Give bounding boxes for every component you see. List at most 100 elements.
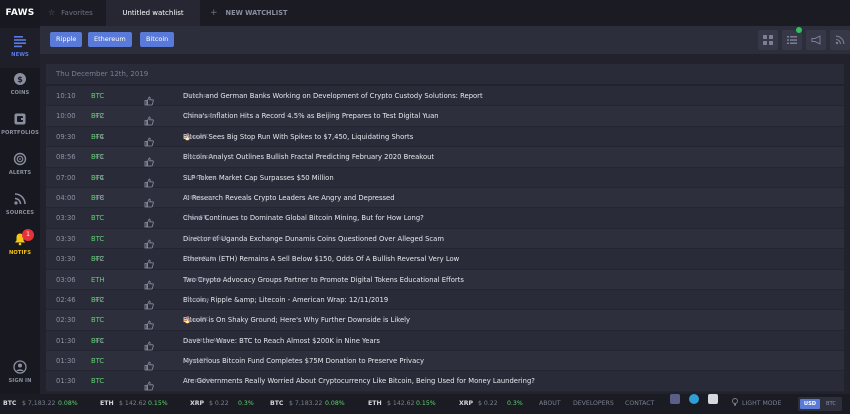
news-source: NewsBTC bbox=[186, 215, 210, 222]
news-row[interactable]: 02:46 BTC +2 Bitcoin, Ripple &amp; Litecoin… bbox=[46, 289, 844, 311]
news-row[interactable]: 10:00 BTC +2 China's Inflation Hits a Recor… bbox=[46, 106, 844, 127]
light-mode-toggle[interactable]: LIGHT MODE bbox=[732, 394, 781, 414]
ticker-symbol: BTC bbox=[91, 357, 105, 366]
developers-link[interactable]: DEVELOPERS bbox=[573, 394, 614, 414]
live-status-dot bbox=[796, 27, 802, 33]
news-time: 04:00 bbox=[56, 193, 76, 202]
about-link[interactable]: ABOUT bbox=[539, 394, 561, 414]
alerts-icon bbox=[13, 152, 27, 166]
news-source: NewsBTC bbox=[186, 133, 210, 140]
ticker-price: $ 142.62 bbox=[387, 400, 415, 407]
ticker-change: 0.15% bbox=[148, 400, 168, 407]
headline-text: Are Governments Really Worried About Cry… bbox=[183, 377, 535, 386]
news-row[interactable]: 01:30 BTC Are Governments Really Worried A… bbox=[46, 371, 844, 392]
telegram-icon[interactable] bbox=[689, 394, 699, 404]
news-row[interactable]: 02:30 BTC 🔥 Bitcoin is On Shaky Ground; Her… bbox=[46, 310, 844, 331]
megaphone-icon bbox=[811, 35, 821, 45]
currency-usd-button[interactable]: USD bbox=[800, 399, 820, 409]
headline-text: Bitcoin, Ripple &amp; Litecoin - America… bbox=[183, 295, 389, 304]
ticker-more-count: +4 bbox=[94, 132, 105, 141]
news-time: 03:06 bbox=[56, 275, 76, 284]
sign-in-button[interactable]: SIGN IN bbox=[0, 356, 40, 396]
sidebar-item-label: ALERTS bbox=[8, 170, 32, 176]
ticker-symbol[interactable]: XRP bbox=[459, 394, 473, 414]
ticker-price: $ 7,183.22 bbox=[22, 400, 56, 407]
news-source: Bitcoin.com bbox=[186, 113, 216, 120]
app-logo[interactable]: FAWS bbox=[0, 0, 40, 26]
grid-view-button[interactable] bbox=[758, 30, 778, 50]
ticker-symbol: BTC bbox=[91, 92, 105, 100]
ticker-symbol[interactable]: BTC bbox=[270, 394, 283, 414]
news-row[interactable]: 09:30 BTC +4 🔥 Bitcoin Sees Big Stop Run Wit… bbox=[46, 126, 844, 148]
ticker-symbol: BTC bbox=[91, 214, 105, 223]
currency-btc-button[interactable]: BTC bbox=[822, 399, 840, 409]
news-row[interactable]: 03:06 ETH Two Crypto Advocacy Groups Partn… bbox=[46, 269, 844, 290]
grid-icon bbox=[763, 35, 773, 45]
tab-untitled-watchlist[interactable]: Untitled watchlist bbox=[106, 0, 200, 26]
headline-text: Mysterious Bitcoin Fund Completes $75M D… bbox=[183, 357, 425, 366]
ticker-symbol: ETH bbox=[91, 275, 105, 284]
news-row[interactable]: 03:30 BTC +2 Ethereum (ETH) Remains A Sell … bbox=[46, 249, 844, 270]
news-row[interactable]: 10:10 BTC Dutch and German Banks Working o… bbox=[46, 86, 844, 107]
sidebar-item-notifs[interactable]: 1 NOTIFS bbox=[0, 226, 40, 266]
news-row[interactable]: 04:00 BTC +8 AI Research Reveals Crypto Lea… bbox=[46, 187, 844, 209]
headline-text: Dutch and German Banks Working on Develo… bbox=[183, 92, 483, 100]
news-time: 10:00 bbox=[56, 112, 76, 121]
sidebar-item-label: NEWS bbox=[11, 52, 29, 58]
svg-text:$: $ bbox=[17, 75, 23, 84]
ticker-change: 0.08% bbox=[325, 400, 345, 407]
news-source: CryptoDaily bbox=[186, 378, 216, 385]
ticker-change: 0.3% bbox=[507, 400, 523, 407]
ticker-price: $ 7,183.22 bbox=[289, 400, 323, 407]
ticker-symbol[interactable]: ETH bbox=[100, 394, 114, 414]
list-icon bbox=[787, 36, 797, 44]
rss-feed-button[interactable] bbox=[830, 30, 850, 50]
filter-chip-ethereum[interactable]: Ethereum bbox=[88, 32, 132, 47]
ticker-price: $ 0.22 bbox=[478, 400, 498, 407]
ticker-symbol[interactable]: BTC bbox=[3, 394, 16, 414]
contact-link[interactable]: CONTACT bbox=[625, 394, 654, 414]
sidebar-item-sources[interactable]: SOURCES bbox=[0, 186, 40, 226]
news-source: Coingape bbox=[186, 93, 210, 99]
news-time: 02:46 bbox=[56, 295, 76, 304]
news-source: LiveBitcoinNews bbox=[186, 235, 227, 242]
sidebar-item-alerts[interactable]: ALERTS bbox=[0, 146, 40, 186]
ticker-more-count: +4 bbox=[94, 173, 105, 182]
news-row[interactable]: 01:30 BTC Mysterious Bitcoin Fund Complete… bbox=[46, 351, 844, 372]
notification-badge: 1 bbox=[22, 229, 34, 241]
news-time: 03:30 bbox=[56, 234, 76, 243]
news-date-header: Thu December 12th, 2019 bbox=[46, 64, 844, 84]
ticker-symbol: BTC bbox=[91, 234, 105, 243]
announce-button[interactable] bbox=[806, 30, 826, 50]
sidebar-item-news[interactable]: NEWS bbox=[0, 28, 40, 68]
sidebar: FAWS NEWS $ COINS PORTFOLIOS ALERTS SOUR… bbox=[0, 0, 40, 394]
news-time: 07:00 bbox=[56, 173, 76, 182]
news-row[interactable]: 07:00 BTC +4 SLP Token Market Cap Surpasses… bbox=[46, 167, 844, 188]
ticker-more-count: +1 bbox=[94, 336, 105, 345]
filter-chip-ripple[interactable]: Ripple bbox=[50, 32, 83, 47]
news-row[interactable]: 03:30 BTC Director of Uganda Exchange Duna… bbox=[46, 228, 844, 250]
news-row[interactable]: 01:30 BTC +1 Dave the Wave: BTC to Reach Al… bbox=[46, 330, 844, 352]
ticker-more-count: +2 bbox=[94, 295, 105, 304]
coins-icon: $ bbox=[14, 73, 26, 85]
news-time: 03:30 bbox=[56, 255, 76, 264]
filter-chip-bitcoin[interactable]: Bitcoin bbox=[140, 32, 175, 47]
sidebar-item-coins[interactable]: $ COINS bbox=[0, 66, 40, 106]
news-icon bbox=[14, 36, 26, 48]
news-source: Bitcoin.com bbox=[186, 174, 216, 181]
ticker-symbol[interactable]: XRP bbox=[190, 394, 204, 414]
ticker-symbol[interactable]: ETH bbox=[368, 394, 382, 414]
ticker-change: 0.08% bbox=[58, 400, 78, 407]
news-list: 10:10 BTC Dutch and German Banks Working o… bbox=[46, 86, 844, 392]
ticker-change: 0.3% bbox=[238, 400, 254, 407]
news-row[interactable]: 08:56 BTC +1 Bitcoin Analyst Outlines Bulli… bbox=[46, 147, 844, 168]
news-row[interactable]: 03:30 BTC China Continues to Dominate Glob… bbox=[46, 208, 844, 229]
sidebar-item-portfolios[interactable]: PORTFOLIOS bbox=[0, 106, 40, 146]
news-source: Bitcoin.com bbox=[186, 194, 216, 201]
discord-icon[interactable] bbox=[670, 394, 680, 404]
stocktwits-icon[interactable] bbox=[708, 394, 718, 404]
list-view-button[interactable] bbox=[782, 30, 802, 50]
ticker-symbol: BTC bbox=[91, 377, 105, 386]
new-watchlist-button[interactable]: + NEW WATCHLIST bbox=[210, 0, 287, 26]
tab-favorites[interactable]: ☆ Favorites bbox=[48, 0, 93, 26]
